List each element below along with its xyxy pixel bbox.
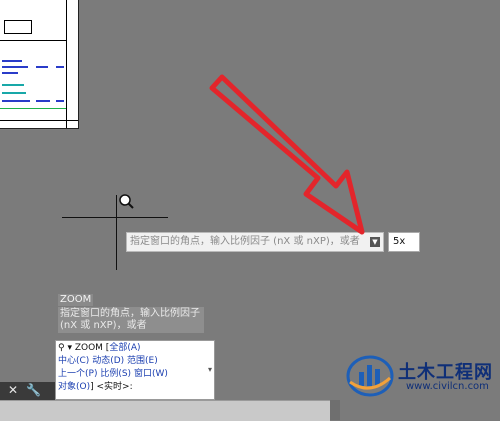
command-history: ZOOM 指定窗口的角点，输入比例因子 (nX 或 nXP)，或者 bbox=[58, 294, 204, 333]
crosshair-horizontal bbox=[62, 217, 168, 218]
command-line-row-3: 上一个(P) 比例(S) 窗口(W) bbox=[58, 368, 212, 381]
drawing-canvas[interactable]: 指定窗口的角点，输入比例因子 (nX 或 nXP)，或者 ▼ 5x ZOOM 指… bbox=[0, 0, 500, 421]
watermark: 土木工程网 www.civilcn.com bbox=[346, 350, 498, 400]
history-prompt: 指定窗口的角点，输入比例因子 (nX 或 nXP)，或者 bbox=[58, 307, 204, 333]
option-scale[interactable]: 比例(S) bbox=[100, 369, 131, 379]
command-line-row-4: 对象(O)] <实时>: bbox=[58, 381, 212, 394]
dynamic-input-value-field[interactable]: 5x bbox=[388, 232, 420, 252]
scroll-down-icon[interactable]: ▾ bbox=[208, 363, 212, 376]
option-previous[interactable]: 上一个(P) bbox=[58, 369, 97, 379]
dynamic-input-value: 5x bbox=[393, 236, 406, 247]
status-bar bbox=[0, 400, 330, 421]
command-line-row-1: ⚲ ▾ ZOOM [全部(A) bbox=[58, 342, 212, 355]
option-center[interactable]: 中心(C) bbox=[58, 356, 89, 366]
title-block bbox=[4, 20, 32, 34]
close-icon[interactable]: ✕ bbox=[8, 383, 18, 397]
wrench-icon[interactable]: 🔧 bbox=[26, 383, 41, 397]
watermark-url: www.civilcn.com bbox=[406, 381, 489, 392]
option-object[interactable]: 对象(O) bbox=[58, 382, 90, 392]
layout-tab-strip[interactable] bbox=[330, 400, 340, 420]
option-window[interactable]: 窗口(W) bbox=[134, 369, 168, 379]
dynamic-input-prompt: 指定窗口的角点，输入比例因子 (nX 或 nXP)，或者 bbox=[130, 236, 360, 247]
zoom-cursor-icon bbox=[119, 194, 134, 209]
site-logo bbox=[346, 355, 394, 397]
dynamic-input-tooltip: 指定窗口的角点，输入比例因子 (nX 或 nXP)，或者 ▼ bbox=[126, 232, 384, 252]
dropdown-arrow-icon[interactable]: ▼ bbox=[370, 237, 380, 247]
command-line-toolbar: ✕ 🔧 bbox=[0, 382, 55, 400]
command-prefix: ▾ ZOOM [ bbox=[67, 343, 110, 353]
command-search-icon[interactable]: ⚲ bbox=[58, 343, 65, 353]
command-line[interactable]: ⚲ ▾ ZOOM [全部(A) 中心(C) 动态(D) 范围(E) 上一个(P)… bbox=[55, 340, 215, 400]
history-command: ZOOM bbox=[58, 294, 94, 306]
option-all[interactable]: 全部(A) bbox=[109, 343, 140, 353]
option-dynamic[interactable]: 动态(D) bbox=[92, 356, 124, 366]
drawing-sheet-thumbnail bbox=[0, 0, 79, 129]
command-suffix: ] <实时>: bbox=[90, 382, 133, 392]
option-range[interactable]: 范围(E) bbox=[127, 356, 158, 366]
command-line-row-2: 中心(C) 动态(D) 范围(E) bbox=[58, 355, 212, 368]
